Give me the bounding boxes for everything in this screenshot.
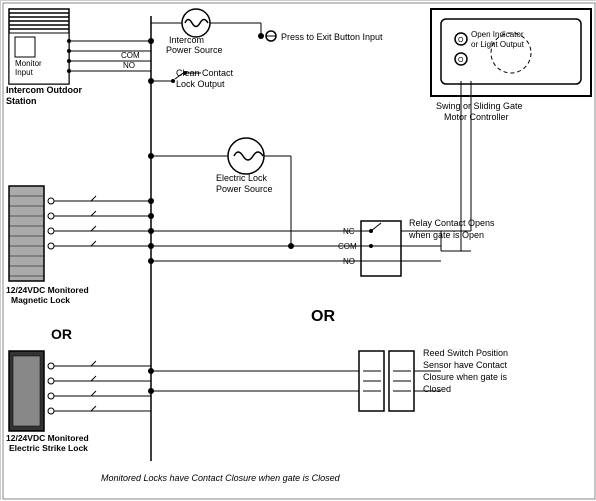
svg-text:Monitor: Monitor <box>15 59 42 68</box>
svg-text:O: O <box>458 57 464 64</box>
svg-text:Electric Lock: Electric Lock <box>216 173 268 183</box>
svg-text:O: O <box>458 37 464 44</box>
svg-text:12/24VDC Monitored: 12/24VDC Monitored <box>6 433 89 443</box>
svg-text:Magnetic Lock: Magnetic Lock <box>11 295 70 305</box>
svg-text:Open Indicator: Open Indicator <box>471 30 524 39</box>
svg-text:Input: Input <box>15 68 34 77</box>
svg-text:Closure when gate is: Closure when gate is <box>423 372 508 382</box>
svg-text:12/24VDC Monitored: 12/24VDC Monitored <box>6 285 89 295</box>
svg-text:Power Source: Power Source <box>216 184 273 194</box>
svg-text:Electric Strike Lock: Electric Strike Lock <box>9 443 88 453</box>
svg-text:Swing or Sliding Gate: Swing or Sliding Gate <box>436 101 523 111</box>
svg-text:Intercom: Intercom <box>169 35 204 45</box>
svg-text:Closed: Closed <box>423 384 451 394</box>
svg-text:Monitored Locks have Contact C: Monitored Locks have Contact Closure whe… <box>101 473 341 483</box>
svg-text:OR: OR <box>311 308 335 325</box>
svg-text:Sensor have Contact: Sensor have Contact <box>423 360 508 370</box>
svg-text:or Light Output: or Light Output <box>471 40 525 49</box>
svg-text:Lock Output: Lock Output <box>176 79 225 89</box>
wiring-diagram: Monitor Input Intercom Outdoor Station I… <box>0 0 596 500</box>
svg-text:Motor Controller: Motor Controller <box>444 112 509 122</box>
svg-text:when gate is Open: when gate is Open <box>408 230 484 240</box>
svg-text:COM: COM <box>121 51 140 60</box>
svg-text:Relay Contact Opens: Relay Contact Opens <box>409 218 495 228</box>
svg-text:Press to Exit Button Input: Press to Exit Button Input <box>281 32 383 42</box>
svg-text:Station: Station <box>6 96 37 106</box>
svg-text:Reed Switch Position: Reed Switch Position <box>423 348 508 358</box>
svg-text:Power Source: Power Source <box>166 45 223 55</box>
svg-text:OR: OR <box>51 326 72 342</box>
svg-text:NO: NO <box>123 61 135 70</box>
svg-text:Intercom Outdoor: Intercom Outdoor <box>6 85 82 95</box>
